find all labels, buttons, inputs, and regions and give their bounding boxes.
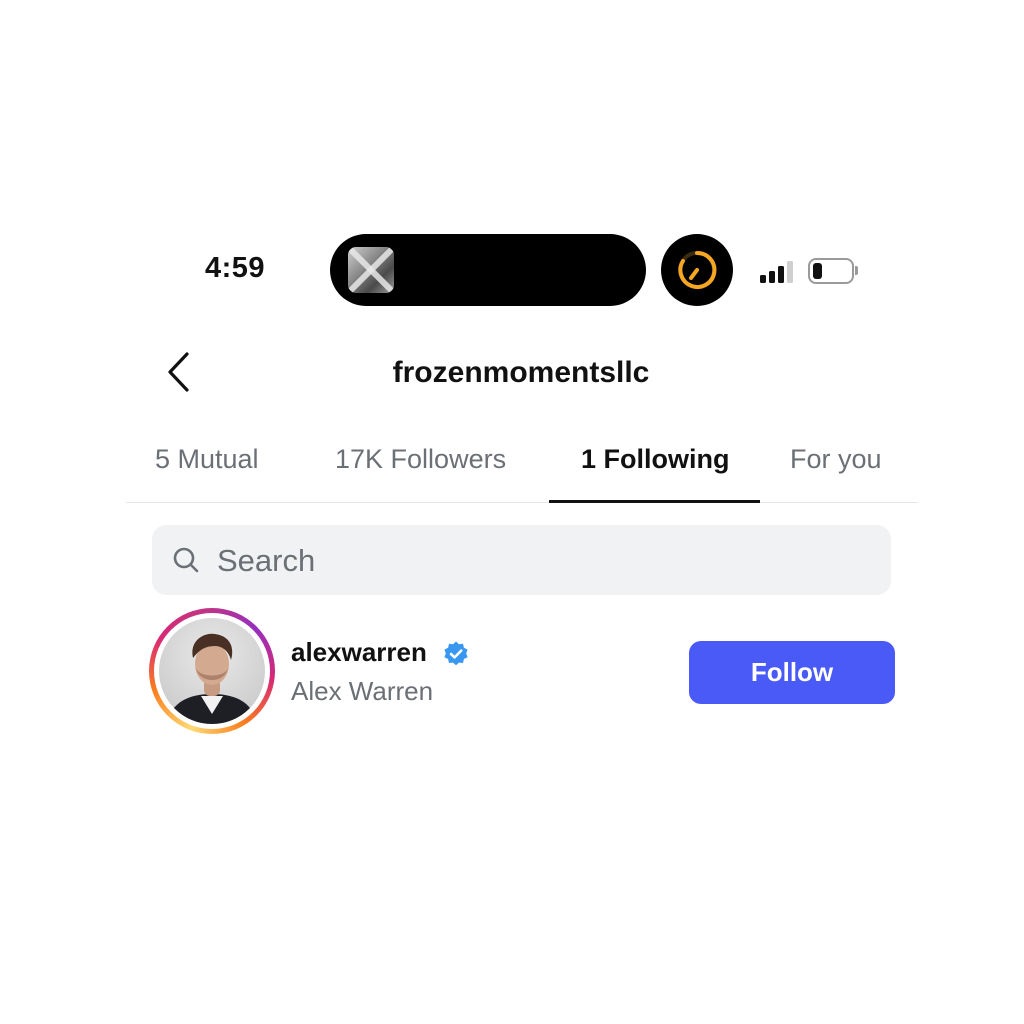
verified-badge-icon xyxy=(444,641,468,666)
avatar xyxy=(159,618,265,724)
tab-mutual[interactable]: 5 Mutual xyxy=(155,444,259,475)
tab-following[interactable]: 1 Following xyxy=(581,444,730,475)
avatar-story-ring[interactable] xyxy=(149,608,275,734)
tab-for-you[interactable]: For you xyxy=(790,444,882,475)
dynamic-island[interactable] xyxy=(330,234,646,306)
tab-followers[interactable]: 17K Followers xyxy=(335,444,506,475)
search-bar[interactable] xyxy=(152,525,891,595)
active-tab-indicator xyxy=(549,500,760,503)
status-time: 4:59 xyxy=(205,252,266,284)
cellular-signal-icon xyxy=(760,259,796,283)
user-full-name: Alex Warren xyxy=(291,676,434,706)
timer-icon xyxy=(678,250,717,289)
tab-bar: 5 Mutual 17K Followers 1 Following For y… xyxy=(126,440,918,503)
follow-button[interactable]: Follow xyxy=(689,641,895,704)
now-playing-artwork xyxy=(348,247,394,293)
timer-activity[interactable] xyxy=(661,234,733,306)
user-username[interactable]: alexwarren xyxy=(291,637,427,668)
page-title: frozenmomentsllc xyxy=(392,356,650,389)
search-icon xyxy=(173,547,199,573)
search-input[interactable] xyxy=(215,537,859,585)
battery-icon xyxy=(808,258,858,284)
